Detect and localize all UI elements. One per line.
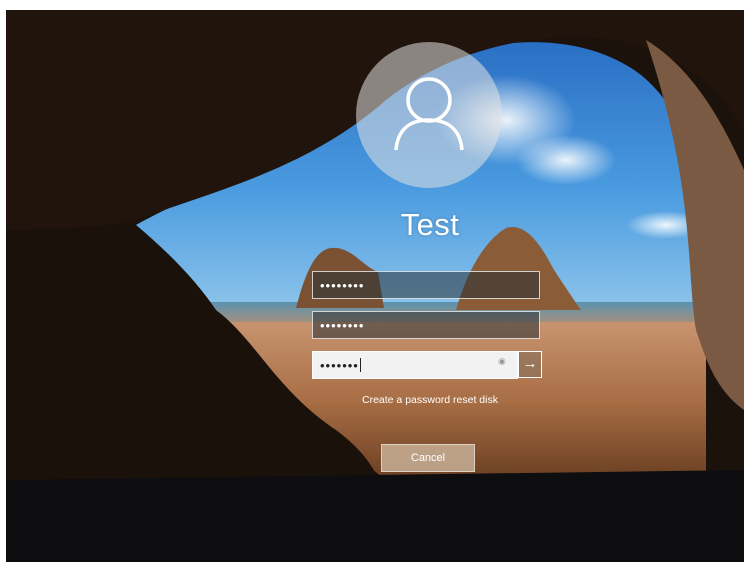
user-avatar — [356, 42, 502, 188]
cancel-button[interactable]: Cancel — [381, 444, 475, 472]
submit-arrow-button[interactable]: → — [518, 351, 542, 378]
username-label: Test — [400, 207, 460, 242]
text-caret — [359, 358, 361, 372]
confirm-password-value: ••••••• — [320, 358, 359, 373]
old-password-field[interactable]: •••••••• — [312, 271, 540, 299]
eye-icon[interactable]: ◉ — [498, 356, 506, 367]
new-password-field[interactable]: •••••••• — [312, 311, 540, 339]
arrow-right-icon: → — [522, 355, 538, 372]
confirm-password-field[interactable]: ••••••• — [312, 351, 518, 379]
user-icon — [394, 77, 464, 151]
create-password-reset-disk-link[interactable]: Create a password reset disk — [330, 394, 530, 406]
